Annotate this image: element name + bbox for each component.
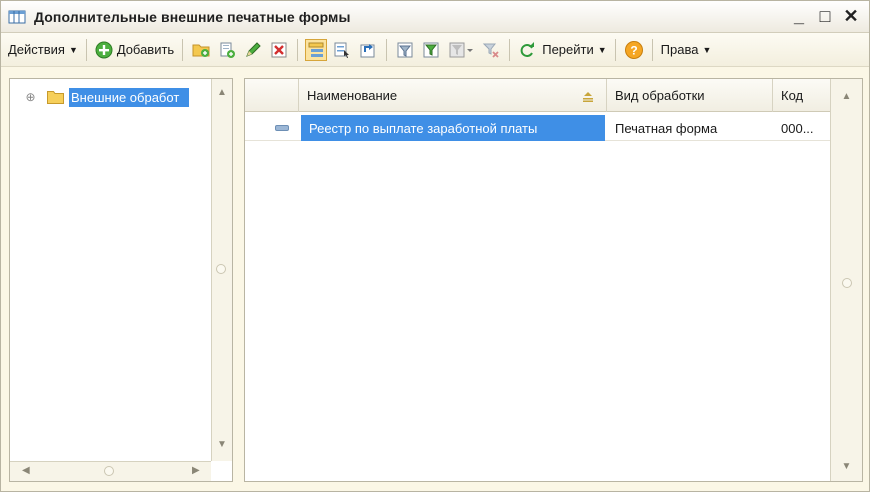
- window-title: Дополнительные внешние печатные формы: [34, 8, 351, 25]
- chevron-down-icon: ▼: [702, 44, 712, 55]
- toolbar-divider: [182, 38, 184, 61]
- add-circle-icon: [95, 41, 113, 59]
- toolbar-divider: [651, 38, 653, 61]
- folder-icon: [47, 90, 64, 104]
- hierarchy-view-icon[interactable]: [305, 38, 328, 61]
- scroll-thumb[interactable]: [842, 278, 852, 288]
- column-header-marker: [245, 79, 299, 112]
- table-icon: [8, 9, 26, 25]
- window: Дополнительные внешние печатные формы _ …: [0, 0, 870, 492]
- scroll-right-arrow-icon[interactable]: ▶: [192, 465, 200, 476]
- table-cell-name[interactable]: Реестр по выплате заработной платы: [301, 115, 605, 141]
- tree-horizontal-scrollbar[interactable]: ◀ ▶: [10, 461, 211, 481]
- svg-text:?: ?: [630, 43, 637, 57]
- table-cell-code[interactable]: 000...: [773, 115, 830, 141]
- expand-plus-icon[interactable]: ⊕: [24, 90, 37, 104]
- column-header-type-label: Вид обработки: [615, 88, 705, 103]
- tree-list-icon[interactable]: [331, 39, 353, 61]
- scroll-up-arrow-icon[interactable]: ▲: [831, 87, 862, 105]
- maximize-button[interactable]: □: [815, 5, 835, 27]
- tree-item-label[interactable]: Внешние обработ: [69, 87, 189, 107]
- clear-filter-icon[interactable]: [480, 39, 502, 61]
- scroll-thumb[interactable]: [216, 264, 226, 274]
- column-header-code[interactable]: Код: [773, 79, 830, 112]
- actions-menu-button[interactable]: Действия ▼: [5, 38, 81, 62]
- table-vertical-scrollbar[interactable]: ▲ ▼: [830, 79, 862, 481]
- items-table: Наименование Вид обработки Код Реестр по…: [244, 78, 863, 482]
- scroll-down-arrow-icon[interactable]: ▼: [212, 435, 232, 453]
- scroll-up-arrow-icon[interactable]: ▲: [212, 83, 232, 101]
- goto-menu-button[interactable]: Перейти ▼: [515, 38, 609, 62]
- add-button-label: обавить: [125, 42, 175, 57]
- sort-ascending-icon: [582, 90, 594, 102]
- table-cell-type[interactable]: Печатная форма: [607, 115, 773, 141]
- rights-menu-button[interactable]: Права ▼: [658, 38, 715, 62]
- toolbar-divider: [509, 38, 511, 61]
- help-icon[interactable]: ?: [623, 39, 645, 61]
- toolbar-divider: [614, 38, 616, 61]
- title-bar: Дополнительные внешние печатные формы _ …: [1, 1, 869, 33]
- copy-icon[interactable]: [216, 39, 238, 61]
- chevron-down-icon: ▼: [68, 44, 78, 55]
- window-controls: _ □ ✕: [789, 5, 861, 27]
- minimize-button[interactable]: _: [789, 5, 809, 27]
- new-folder-icon[interactable]: [190, 39, 212, 61]
- toolbar-divider: [85, 38, 87, 61]
- column-header-code-label: Код: [781, 88, 804, 103]
- move-to-parent-icon[interactable]: [357, 39, 379, 61]
- filter-icon[interactable]: [394, 39, 416, 61]
- scroll-left-arrow-icon[interactable]: ◀: [22, 465, 30, 476]
- column-header-name[interactable]: Наименование: [299, 79, 607, 112]
- tree-vertical-scrollbar[interactable]: ▲ ▼: [211, 79, 232, 461]
- column-header-type[interactable]: Вид обработки: [607, 79, 773, 112]
- edit-pencil-icon[interactable]: [242, 39, 264, 61]
- toolbar-divider: [297, 38, 299, 61]
- column-header-name-label: Наименование: [307, 88, 398, 103]
- actions-menu-label: Действия: [8, 42, 65, 57]
- add-button-mnemonic: Д: [116, 42, 126, 57]
- goto-menu-label: Перейти: [542, 42, 594, 57]
- chevron-down-icon: ▼: [597, 44, 607, 55]
- table-header: Наименование Вид обработки Код: [245, 79, 830, 112]
- item-element-icon: [275, 125, 289, 131]
- filter-history-icon[interactable]: [446, 39, 476, 61]
- scroll-down-arrow-icon[interactable]: ▼: [831, 457, 862, 475]
- scroll-thumb[interactable]: [104, 466, 114, 476]
- folder-tree-panel: ⊕ Внешние обработ ▲ ▼ ◀ ▶: [9, 78, 233, 482]
- tree-item-root[interactable]: ⊕ Внешние обработ: [24, 87, 189, 107]
- close-button[interactable]: ✕: [841, 5, 861, 27]
- add-button[interactable]: Добавить: [92, 38, 177, 62]
- table-row[interactable]: Реестр по выплате заработной платы Печат…: [245, 115, 830, 141]
- filter-by-value-icon[interactable]: [420, 39, 442, 61]
- toolbar-divider: [386, 38, 388, 61]
- rights-menu-label: Права: [660, 42, 699, 57]
- refresh-icon: [518, 41, 536, 59]
- delete-mark-icon[interactable]: [268, 39, 290, 61]
- toolbar: Действия ▼ Добавить Перейти ▼ ? Права ▼: [1, 33, 869, 67]
